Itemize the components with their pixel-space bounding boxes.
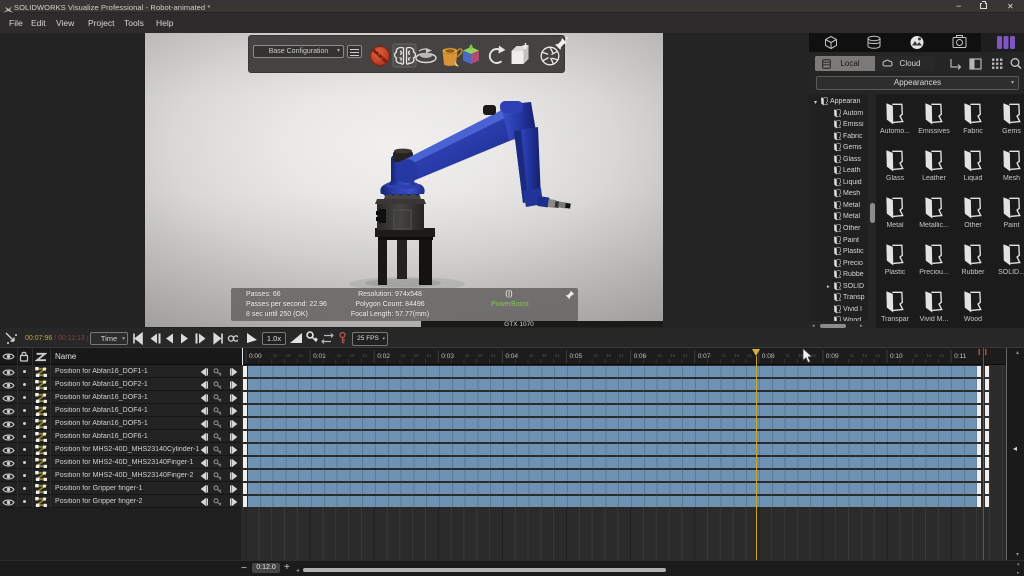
- svg-text:21: 21: [555, 353, 561, 358]
- svg-text:21: 21: [939, 353, 945, 358]
- svg-text:6: 6: [516, 353, 519, 358]
- svg-text:11: 11: [914, 353, 919, 358]
- svg-text:16: 16: [927, 353, 933, 358]
- svg-text:11: 11: [401, 353, 406, 358]
- svg-text:16: 16: [286, 353, 292, 358]
- svg-text:11: 11: [721, 353, 726, 358]
- svg-text:16: 16: [542, 353, 548, 358]
- svg-text:21: 21: [298, 353, 304, 358]
- svg-text:6: 6: [837, 353, 840, 358]
- svg-text:6: 6: [773, 353, 776, 358]
- svg-text:16: 16: [670, 353, 676, 358]
- svg-text:16: 16: [478, 353, 484, 358]
- svg-text:11: 11: [657, 353, 662, 358]
- svg-text:6: 6: [388, 353, 391, 358]
- svg-text:6: 6: [709, 353, 712, 358]
- svg-text:11: 11: [593, 353, 598, 358]
- svg-text:21: 21: [619, 353, 625, 358]
- svg-text:6: 6: [580, 353, 583, 358]
- svg-text:11: 11: [273, 353, 278, 358]
- svg-text:16: 16: [734, 353, 740, 358]
- svg-text:11: 11: [850, 353, 855, 358]
- svg-text:11: 11: [337, 353, 342, 358]
- svg-text:16: 16: [350, 353, 356, 358]
- svg-text:16: 16: [414, 353, 420, 358]
- svg-text:11: 11: [785, 353, 790, 358]
- svg-text:21: 21: [362, 353, 368, 358]
- svg-text:11: 11: [465, 353, 470, 358]
- svg-text:6: 6: [324, 353, 327, 358]
- svg-text:6: 6: [901, 353, 904, 358]
- svg-text:0:11: 0:11: [954, 353, 967, 360]
- svg-text:21: 21: [683, 353, 689, 358]
- svg-text:11: 11: [529, 353, 534, 358]
- svg-text:16: 16: [606, 353, 612, 358]
- svg-text:21: 21: [875, 353, 881, 358]
- svg-text:21: 21: [427, 353, 433, 358]
- svg-text:6: 6: [644, 353, 647, 358]
- svg-text:6: 6: [452, 353, 455, 358]
- svg-text:6: 6: [260, 353, 263, 358]
- svg-text:21: 21: [747, 353, 753, 358]
- svg-text:16: 16: [862, 353, 868, 358]
- svg-text:21: 21: [491, 353, 497, 358]
